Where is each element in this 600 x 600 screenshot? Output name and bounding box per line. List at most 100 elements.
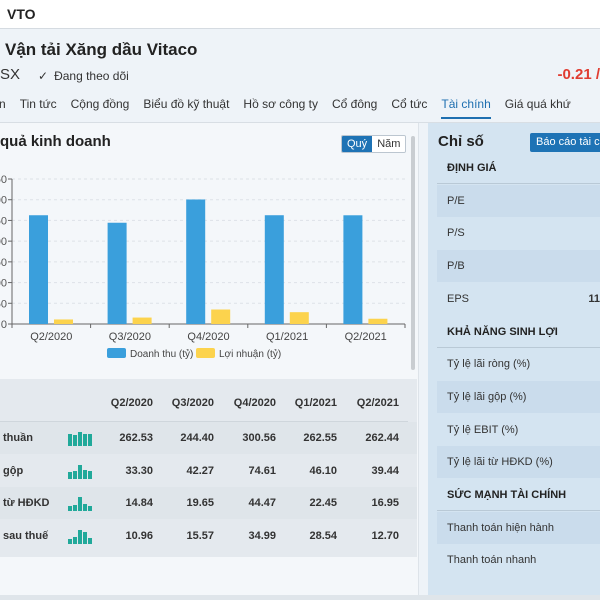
cell-value: 22.45 [309, 497, 337, 509]
y-tick-label: 150 [0, 257, 7, 269]
y-tick-label: 250 [0, 215, 7, 227]
ratio-row: Tỷ lệ EBIT (%) [437, 414, 600, 446]
tab-2[interactable]: Cộng đồng [71, 97, 130, 119]
y-tick-label: 200 [0, 236, 7, 248]
row-label: sau thuế [3, 529, 49, 542]
ratio-label: ĐỊNH GIÁ [447, 162, 497, 174]
ratio-label: Thanh toán hiện hành [447, 521, 555, 534]
check-icon: ✓ [38, 69, 49, 83]
ratios-title: Chỉ số [438, 133, 484, 150]
cell-value: 42.27 [186, 464, 214, 477]
ticker-symbol: VTO [7, 6, 36, 22]
sparkline-bar [78, 497, 82, 511]
toggle-quarter[interactable]: Quý [342, 136, 373, 152]
follow-button[interactable]: ✓ Đang theo dõi [38, 69, 129, 83]
sparkline-bar [83, 503, 87, 511]
sparkline-bar [88, 433, 92, 446]
ratio-label: KHẢ NĂNG SINH LỢI [447, 325, 558, 338]
cell-value: 262.53 [119, 432, 153, 444]
cell-value: 262.44 [365, 432, 399, 444]
top-bar [0, 0, 600, 29]
financial-report-button[interactable]: Báo cáo tài ch [530, 133, 600, 152]
cell-value: 74.61 [248, 464, 276, 477]
cell-value: 10.96 [125, 529, 153, 542]
ratio-label: Tỷ lệ lãi từ HĐKD (%) [447, 456, 553, 469]
column-header: Q2/2020 [110, 397, 153, 409]
ratio-section-header: KHẢ NĂNG SINH LỢI [437, 316, 600, 348]
tab-1[interactable]: Tin tức [20, 97, 57, 119]
x-tick-label: Q3/2020 [109, 331, 151, 343]
ratio-row: Tỷ lệ lãi gộp (%) [437, 380, 600, 413]
ratio-section-header: SỨC MẠNH TÀI CHÍNH [437, 479, 600, 511]
section-title: quả kinh doanh [0, 133, 111, 150]
cell-value: 15.57 [186, 529, 214, 542]
sparkline-bar [73, 537, 77, 544]
revenue-bar [29, 215, 48, 324]
sparkline-bar [83, 532, 87, 544]
x-tick-label: Q2/2021 [345, 331, 387, 343]
profit-legend-label: Lợi nhuận (tỷ) [219, 348, 281, 360]
x-tick-label: Q1/2021 [266, 331, 308, 343]
row-label: gộp [3, 464, 24, 477]
tab-6[interactable]: Cổ tức [391, 97, 427, 119]
table-row: từ HĐKD 14.84 19.65 44.47 22.45 16.95 [0, 487, 417, 519]
y-tick-label: 100 [0, 278, 7, 290]
tab-3[interactable]: Biểu đồ kỹ thuật [143, 97, 229, 119]
sparkline-bar [68, 472, 72, 479]
company-name: Vận tải Xăng dầu Vitaco [5, 40, 198, 59]
ratio-row: P/E [437, 184, 600, 217]
sparkline-bar [83, 433, 87, 446]
tab-5[interactable]: Cổ đông [332, 97, 377, 119]
y-tick-label: 0 [1, 319, 7, 331]
cell-value: 33.30 [125, 464, 153, 477]
tab-7[interactable]: Tài chính [441, 97, 491, 119]
revenue-profit-chart: 0 50 100 150 200 250 300 350 Q2/2020 Q3/2020 Q4/20… [0, 174, 406, 360]
column-header: Q3/2020 [171, 397, 214, 409]
cell-value: 19.65 [186, 497, 214, 509]
sparkline-bar [68, 539, 72, 544]
sparkline-bar [78, 464, 82, 479]
toggle-year[interactable]: Năm [372, 136, 406, 152]
exchange-label: SX [0, 66, 21, 83]
financial-table: Q2/2020 Q3/2020 Q4/2020 Q1/2021 Q2/2021 thuần… [0, 379, 417, 557]
sparkline-icon [68, 497, 92, 511]
sparkline-bar [68, 433, 72, 446]
ratio-label: Tỷ lệ EBIT (%) [447, 423, 519, 436]
cell-value: 244.40 [180, 432, 214, 444]
ratio-label: P/E [447, 194, 465, 207]
ratio-value: 11 [588, 292, 600, 305]
ratio-label: EPS [447, 292, 470, 305]
column-header: Q4/2020 [233, 397, 276, 409]
profit-bar [368, 318, 388, 324]
cell-value: 34.99 [248, 529, 276, 542]
period-toggle: Quý Năm [341, 135, 407, 153]
follow-label: Đang theo dõi [54, 69, 129, 83]
revenue-legend-swatch [107, 348, 126, 358]
profit-legend-swatch [196, 348, 215, 358]
ratio-label: P/B [447, 260, 465, 273]
sparkline-bar [88, 505, 92, 511]
revenue-bar [264, 215, 284, 324]
sparkline-icon [68, 529, 92, 544]
x-tick-label: Q4/2020 [187, 331, 229, 343]
revenue-bar [107, 222, 127, 324]
cell-value: 46.10 [309, 464, 337, 477]
sparkline-icon [68, 464, 92, 479]
y-tick-label: 300 [0, 195, 7, 207]
tab-0[interactable]: n [0, 97, 6, 119]
x-tick-label: Q2/2020 [30, 331, 72, 343]
cell-value: 262.55 [303, 432, 337, 444]
cell-value: 39.44 [371, 464, 399, 477]
revenue-legend-label: Doanh thu (tỷ) [130, 348, 193, 360]
tab-8[interactable]: Giá quá khứ [505, 97, 571, 119]
profit-bar [132, 317, 152, 324]
revenue-bar [186, 199, 206, 324]
column-header: Q2/2021 [356, 397, 399, 409]
ratio-row: P/S [437, 217, 600, 249]
cell-value: 12.70 [371, 529, 399, 542]
row-label: từ HĐKD [3, 497, 50, 509]
sparkline-bar [83, 469, 87, 479]
nav-tabs: n Tin tức Cộng đồng Biểu đồ kỹ thuật Hồ sơ c… [0, 97, 585, 119]
tab-4[interactable]: Hồ sơ công ty [243, 97, 318, 119]
sparkline-bar [73, 470, 77, 479]
